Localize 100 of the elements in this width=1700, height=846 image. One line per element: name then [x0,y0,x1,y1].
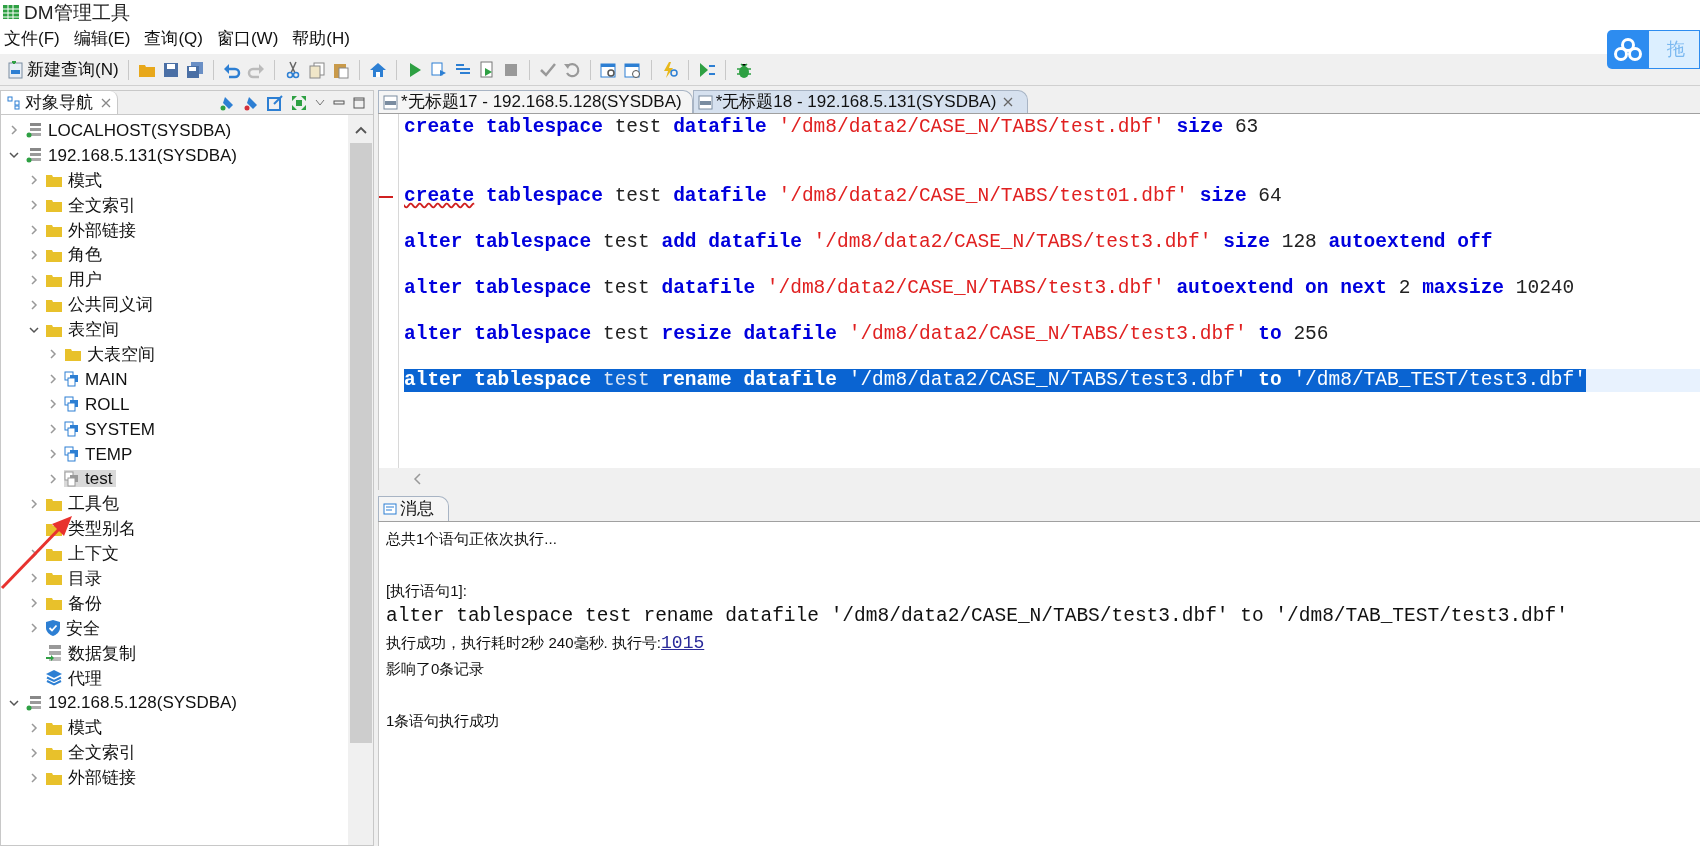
tree-item[interactable]: 上下文 [44,545,123,563]
message-line: alter tablespace test rename datafile '/dm8/data2/CASE_N/TABS/test3.dbf' to '/dm8/TAB_TEST/test3.dbf' [386,604,1568,630]
tree-item[interactable]: 192.168.5.131(SYSDBA) [25,146,241,165]
chevron-right-icon[interactable] [28,573,39,584]
tree-item[interactable]: 目录 [44,569,106,587]
server-icon [25,693,43,712]
tree-item[interactable]: 外部链接 [44,769,140,787]
chevron-right-icon[interactable] [48,374,58,385]
tree-item[interactable]: 角色 [44,246,106,264]
tree-item[interactable]: 用户 [44,271,106,289]
tree-item[interactable]: 模式 [44,171,106,189]
folder-icon [44,197,63,214]
navigator-tab[interactable]: 对象导航 [1,91,118,114]
server-icon [25,146,43,165]
tree-item[interactable]: 工具包 [44,495,123,513]
tree-item[interactable]: 代理 [44,669,106,688]
run-script-icon[interactable] [477,60,496,79]
calendar-search-icon[interactable] [599,60,618,79]
tree-item[interactable]: LOCALHOST(SYSDBA) [25,121,236,140]
sql-file-icon [697,94,713,110]
chevron-right-icon[interactable] [28,225,39,235]
vertical-scrollbar[interactable] [348,115,373,845]
connect-icon[interactable] [219,94,235,111]
editor-tab[interactable]: *无标题18 - 192.168.5.131(SYSDBA) [692,90,1029,113]
chevron-right-icon[interactable] [48,449,58,459]
scroll-left-icon[interactable] [413,473,423,485]
tree-item[interactable]: 外部链接 [44,221,140,239]
chevron-down-icon[interactable] [28,324,39,335]
chevron-right-icon[interactable] [28,299,39,310]
tree-item[interactable]: 192.168.5.128(SYSDBA) [25,693,241,712]
chevron-right-icon[interactable] [28,598,39,609]
tree-item[interactable]: 公共同义词 [44,296,157,314]
folder-icon [44,570,63,587]
folder-icon [44,222,63,238]
rollback-icon[interactable] [562,60,581,79]
save-all-icon[interactable] [185,60,204,79]
save-icon[interactable] [161,60,180,79]
chevron-right-icon[interactable] [28,498,39,509]
chevron-right-icon[interactable] [28,249,39,260]
chevron-right-icon[interactable] [28,274,39,285]
cloud-icon [1613,36,1643,63]
tree-item[interactable]: test [64,470,117,488]
tree-item[interactable]: 数据复制 [44,644,140,663]
tree-item[interactable]: ROLL [64,395,134,413]
tree-item[interactable]: 模式 [44,719,106,737]
home-icon[interactable] [368,60,387,79]
calendar-clock-icon[interactable] [623,60,642,79]
run-selected-icon[interactable] [429,60,448,79]
tree-item[interactable]: 全文索引 [44,744,140,762]
scroll-up-icon[interactable] [353,125,368,135]
chevron-right-icon[interactable] [28,747,39,758]
menu-item[interactable]: 查询(Q) [144,26,203,52]
disconnect-icon[interactable] [243,94,259,111]
message-line: 影响了0条记录 [386,658,485,679]
close-icon[interactable] [1003,97,1014,107]
tree-item[interactable]: 大表空间 [64,345,159,363]
tablespace-icon [64,446,80,462]
tree-item[interactable]: SYSTEM [64,420,159,438]
chevron-down-icon[interactable] [9,697,19,708]
tablespace-icon [64,396,80,413]
chevron-right-icon[interactable] [28,548,39,559]
tree-item[interactable]: 表空间 [44,321,123,339]
menu-item[interactable]: 文件(F) [4,26,60,52]
folder-icon [64,346,82,363]
bug-icon[interactable] [734,60,753,79]
chevron-right-icon[interactable] [28,772,39,783]
edit-icon[interactable] [267,94,283,111]
scrollbar-thumb[interactable] [349,143,372,743]
chevron-right-icon[interactable] [9,125,19,136]
new-query-button[interactable]: 新建查询(N) [8,56,119,83]
execution-id-link[interactable]: 1015 [661,629,705,657]
chevron-right-icon[interactable] [48,424,58,435]
tree-item[interactable]: 安全 [44,619,104,638]
flow-arrow-icon[interactable] [697,60,716,79]
chevron-right-icon[interactable] [28,200,39,211]
chevron-right-icon[interactable] [48,399,58,410]
menu-item[interactable]: 编辑(E) [73,26,131,52]
menu-item[interactable]: 帮助(H) [292,26,350,52]
tree-item[interactable]: 全文索引 [44,196,140,214]
menu-item[interactable]: 窗口(W) [216,26,279,52]
tablespace-icon [64,421,80,438]
tree-item[interactable]: TEMP [64,445,137,463]
maximize-icon[interactable] [353,96,365,109]
sql-file-icon [383,94,398,110]
shield-icon [44,619,61,638]
chevron-right-icon[interactable] [28,722,39,733]
tree-item[interactable]: 备份 [44,594,106,612]
chevron-down-icon[interactable] [9,150,19,161]
code-line: alter tablespace test add datafile '/dm8/data2/CASE_N/TABS/test3.dbf' size 128 autoextend off [404,231,1493,254]
editor-tab[interactable]: *无标题17 - 192.168.5.128(SYSDBA) [378,90,693,113]
chevron-right-icon[interactable] [28,175,39,186]
dropdown-icon[interactable] [315,98,325,107]
chevron-right-icon[interactable] [28,623,39,634]
chevron-right-icon[interactable] [48,349,58,360]
close-icon[interactable] [101,97,111,108]
tree-item[interactable]: MAIN [64,370,132,388]
expand-icon[interactable] [291,94,307,111]
chevron-right-icon[interactable] [48,473,58,484]
messages-tab[interactable]: 消息 [378,496,449,521]
copy-icon[interactable] [307,60,326,79]
